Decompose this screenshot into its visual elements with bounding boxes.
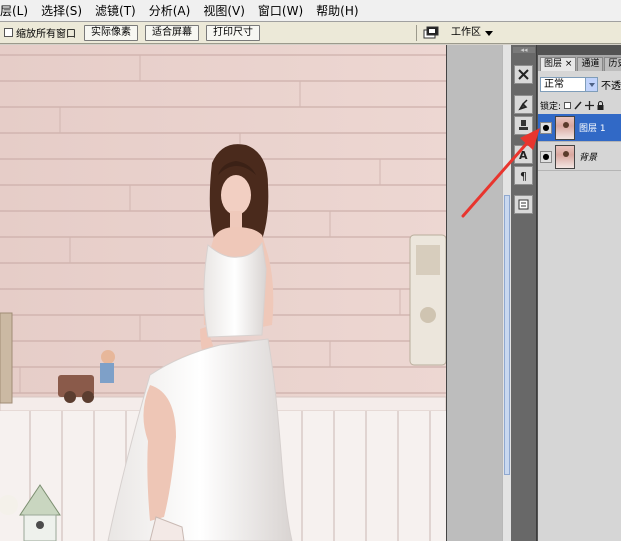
- tab-layers[interactable]: 图层 ×: [540, 57, 577, 71]
- lock-brush-icon[interactable]: [574, 101, 582, 110]
- print-size-button[interactable]: 打印尺寸: [206, 24, 260, 41]
- menu-bar: 层(L) 选择(S) 滤镜(T) 分析(A) 视图(V) 窗口(W) 帮助(H): [0, 0, 621, 22]
- lock-move-icon[interactable]: [585, 101, 595, 110]
- menu-select[interactable]: 选择(S): [35, 2, 89, 19]
- brush-icon[interactable]: [514, 95, 533, 114]
- blend-mode-select[interactable]: 正常: [540, 76, 598, 92]
- fit-all-windows-checkbox[interactable]: [4, 28, 13, 37]
- fit-screen-button[interactable]: 适合屏幕: [145, 24, 199, 41]
- dock-grip[interactable]: ◂◂: [513, 47, 535, 54]
- menu-layer[interactable]: 层(L): [0, 2, 35, 19]
- document-canvas[interactable]: [0, 45, 446, 541]
- svg-text:A: A: [519, 149, 528, 161]
- workspace-label: 工作区: [451, 27, 481, 38]
- scrollbar-thumb[interactable]: [504, 195, 510, 475]
- layer-row-layer1[interactable]: ● 图层 1: [538, 114, 621, 142]
- photo-image: [0, 45, 446, 541]
- blend-mode-row: 正常 不透: [540, 76, 621, 92]
- layer-comp-icon[interactable]: [514, 195, 533, 214]
- workspace-button[interactable]: 工作区: [451, 25, 493, 41]
- layer-name: 背景: [579, 153, 598, 163]
- menu-help[interactable]: 帮助(H): [310, 2, 365, 19]
- actual-pixels-button[interactable]: 实际像素: [84, 24, 138, 41]
- layers-panel: 图层 × 通道 历史 正常 不透 锁定: ● 图层 1 ● 背景: [538, 55, 621, 541]
- chevron-down-icon: [485, 30, 493, 36]
- layer-thumbnail: [555, 115, 575, 140]
- opacity-label: 不透: [601, 80, 621, 92]
- tab-history[interactable]: 历史: [604, 57, 621, 71]
- vertical-scrollbar[interactable]: [502, 45, 511, 541]
- menu-view[interactable]: 视图(V): [197, 2, 252, 19]
- lock-label: 锁定:: [540, 102, 562, 112]
- eye-icon[interactable]: ●: [540, 150, 552, 163]
- lock-transparent-icon[interactable]: [564, 102, 572, 109]
- paragraph-icon[interactable]: ¶: [514, 166, 533, 185]
- svg-text:¶: ¶: [520, 170, 527, 182]
- stamp-icon[interactable]: [514, 116, 533, 135]
- palette-well-icon[interactable]: [423, 26, 439, 40]
- collapsed-panels-strip: ◂◂ A ¶: [511, 45, 537, 541]
- menu-analysis[interactable]: 分析(A): [143, 2, 198, 19]
- panel-dock: ◂◂ A ¶ 图层 × 通道 历史 正常 不透: [511, 45, 621, 541]
- close-icon[interactable]: ×: [565, 59, 573, 69]
- lock-row: 锁定:: [540, 99, 604, 112]
- tools-icon[interactable]: [514, 65, 533, 84]
- menu-filter[interactable]: 滤镜(T): [89, 2, 143, 19]
- layer-row-background[interactable]: ● 背景: [538, 143, 621, 171]
- blend-mode-value: 正常: [544, 78, 564, 90]
- menu-window[interactable]: 窗口(W): [252, 2, 310, 19]
- layer-thumbnail: [555, 144, 575, 169]
- lock-all-icon[interactable]: [597, 101, 604, 110]
- text-icon[interactable]: A: [514, 145, 533, 164]
- eye-icon[interactable]: ●: [540, 121, 552, 134]
- layer-name: 图层 1: [579, 124, 606, 134]
- options-bar: 缩放所有窗口 实际像素 适合屏幕 打印尺寸 工作区: [0, 22, 621, 44]
- fit-all-windows-label: 缩放所有窗口: [16, 29, 76, 40]
- chevron-down-icon[interactable]: [585, 77, 597, 91]
- options-separator: [416, 25, 417, 41]
- tab-channels[interactable]: 通道: [577, 57, 604, 71]
- canvas-background-area: [446, 45, 504, 541]
- panel-tabs: 图层 × 通道 历史: [538, 55, 621, 71]
